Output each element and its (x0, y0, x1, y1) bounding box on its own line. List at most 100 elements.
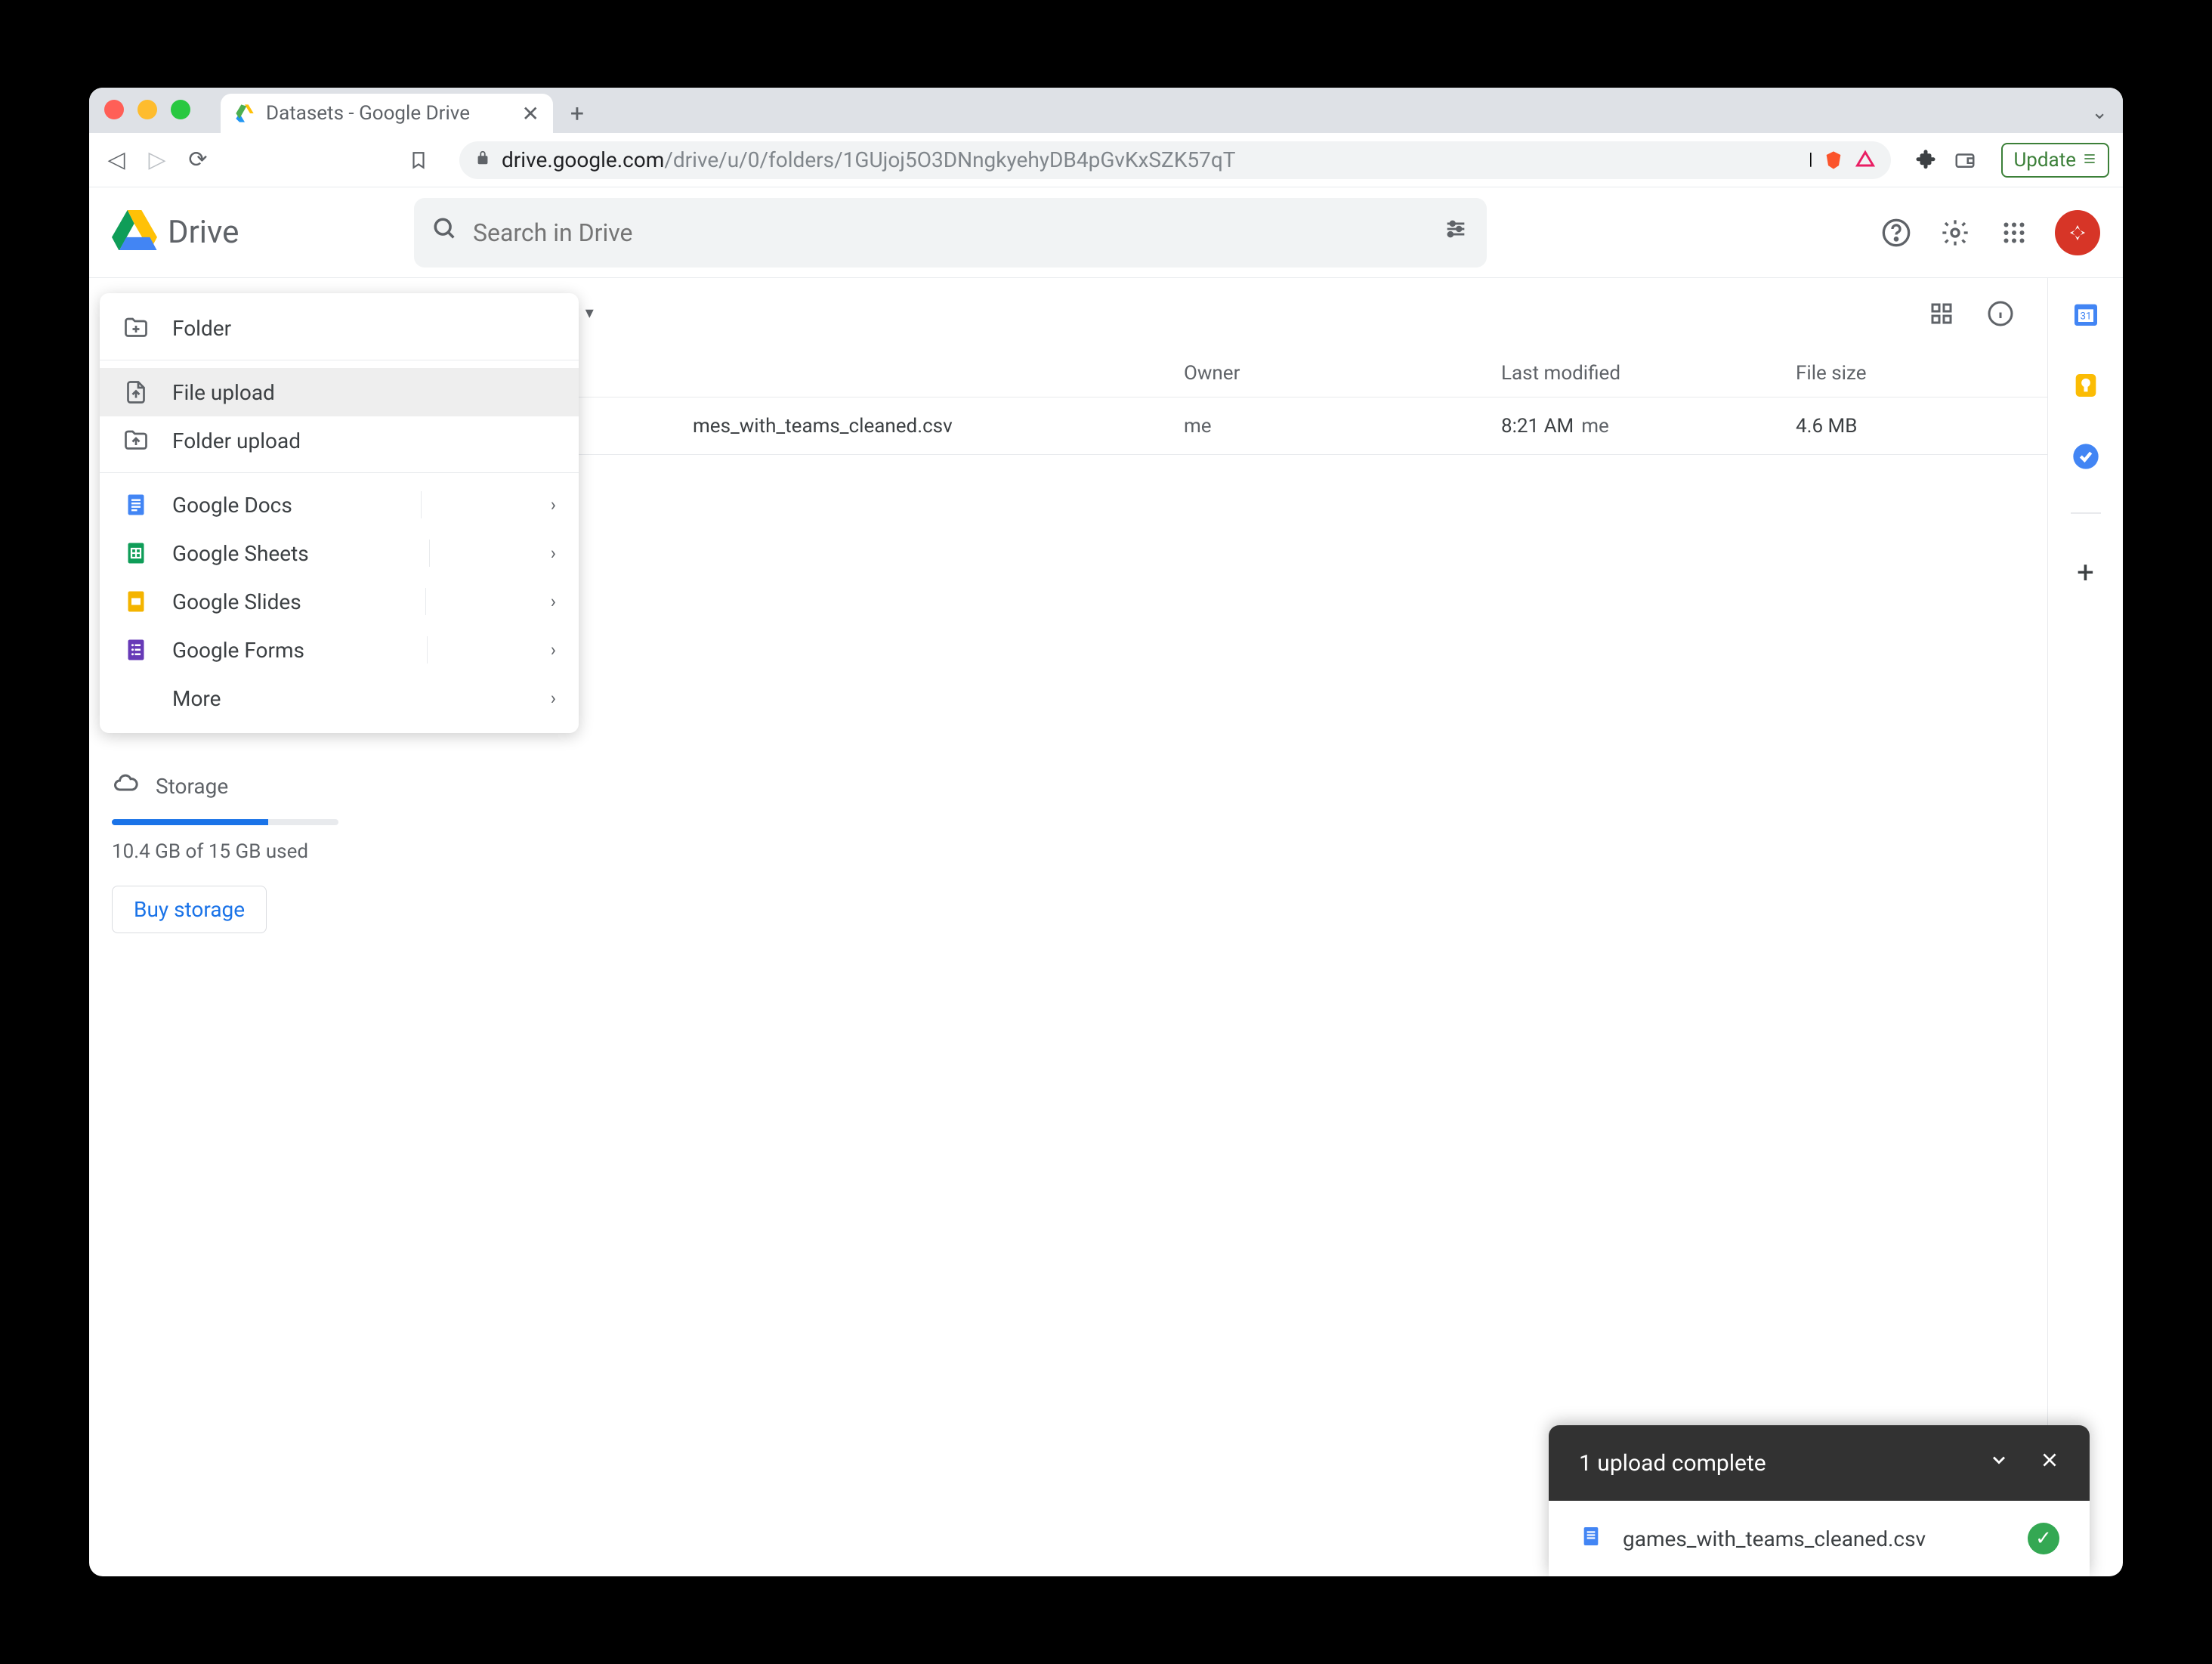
file-size: 4.6 MB (1796, 415, 2019, 438)
brave-rewards-icon[interactable] (1855, 150, 1876, 171)
file-modified-by: me (1581, 415, 1609, 438)
file-icon (1579, 1524, 1603, 1554)
menu-item-forms[interactable]: Google Forms › (100, 626, 579, 674)
storage-label: Storage (156, 774, 228, 799)
search-options-icon[interactable] (1443, 216, 1469, 249)
chevron-right-icon: › (551, 494, 556, 515)
new-menu: Folder File upload Folder upload (100, 293, 579, 733)
collapse-toast-button[interactable] (1988, 1449, 2010, 1477)
close-window-button[interactable] (104, 100, 124, 119)
close-tab-button[interactable]: ✕ (522, 101, 539, 126)
breadcrumb: e › Datasets ▾ (392, 278, 2047, 349)
toolbar-right: Update (1912, 143, 2109, 178)
chevron-right-icon: › (551, 688, 556, 709)
cloud-icon (112, 769, 139, 803)
forward-button[interactable]: ▷ (144, 147, 171, 174)
svg-text:31: 31 (2080, 311, 2091, 323)
browser-toolbar: ◁ ▷ ⟳ drive.google.com/drive/u/0/folders… (89, 133, 2123, 187)
support-button[interactable] (1878, 215, 1914, 251)
file-owner: me (1184, 415, 1501, 438)
upload-file-name: games_with_teams_cleaned.csv (1623, 1526, 1926, 1551)
column-modified[interactable]: Last modified (1501, 362, 1796, 385)
search-input[interactable] (473, 218, 1428, 247)
sheets-icon (122, 540, 150, 567)
upload-toast: 1 upload complete games_with_teams_clean… (1549, 1425, 2090, 1576)
settings-button[interactable] (1937, 215, 1973, 251)
minimize-window-button[interactable] (137, 100, 157, 119)
menu-icon (2082, 149, 2097, 172)
browser-tab[interactable]: Datasets - Google Drive ✕ (221, 94, 553, 133)
maximize-window-button[interactable] (171, 100, 190, 119)
get-addons-button[interactable]: + (2077, 555, 2094, 590)
url-text: drive.google.com/drive/u/0/folders/1GUjo… (502, 147, 1798, 172)
lock-icon (474, 150, 491, 171)
header-right (1848, 210, 2100, 255)
menu-item-slides[interactable]: Google Slides › (100, 577, 579, 626)
window-controls (104, 100, 190, 133)
browser-tab-bar: Datasets - Google Drive ✕ + ⌄ (89, 88, 2123, 133)
buy-storage-button[interactable]: Buy storage (112, 886, 267, 933)
details-button[interactable] (1982, 295, 2019, 332)
tasks-addon-icon[interactable] (2071, 441, 2101, 472)
sidebar-item-storage[interactable]: Storage (112, 762, 338, 810)
menu-divider (100, 472, 579, 473)
new-tab-button[interactable]: + (562, 98, 592, 128)
side-panel-divider (2071, 512, 2101, 514)
reload-button[interactable]: ⟳ (184, 147, 212, 174)
drive-header: Drive (89, 187, 2123, 278)
menu-item-sheets[interactable]: Google Sheets › (100, 529, 579, 577)
chevron-down-icon: ▾ (585, 304, 594, 323)
docs-icon (122, 491, 150, 518)
file-table-header: Name Owner Last modified File size (392, 349, 2047, 397)
drive-logo-icon (112, 210, 157, 255)
menu-label: Google Slides (172, 589, 301, 614)
upload-item[interactable]: games_with_teams_cleaned.csv ✓ (1549, 1501, 2090, 1576)
file-row[interactable]: mes_with_teams_cleaned.csv me 8:21 AM me… (392, 397, 2047, 455)
bookmark-icon[interactable] (405, 147, 432, 174)
tabs-dropdown-button[interactable]: ⌄ (2091, 101, 2108, 124)
back-button[interactable]: ◁ (103, 147, 130, 174)
menu-item-docs[interactable]: Google Docs › (100, 481, 579, 529)
chevron-right-icon: › (551, 543, 556, 564)
chevron-right-icon: › (551, 639, 556, 660)
extensions-button[interactable] (1912, 147, 1939, 174)
chevron-right-icon: › (551, 591, 556, 612)
menu-item-file-upload[interactable]: File upload (100, 368, 579, 416)
apps-button[interactable] (1996, 215, 2032, 251)
brave-shields-icon[interactable] (1823, 150, 1844, 171)
column-owner[interactable]: Owner (1184, 362, 1501, 385)
address-bar[interactable]: drive.google.com/drive/u/0/folders/1GUjo… (459, 141, 1891, 179)
calendar-addon-icon[interactable]: 31 (2071, 299, 2101, 329)
drive-favicon (234, 103, 255, 124)
url-separator: | (1809, 150, 1812, 169)
menu-label: More (172, 686, 221, 711)
file-name: mes_with_teams_cleaned.csv (693, 415, 953, 438)
update-button[interactable]: Update (2001, 143, 2109, 178)
wallet-button[interactable] (1951, 147, 1979, 174)
menu-label: Google Docs (172, 493, 292, 518)
blank-icon (122, 685, 150, 712)
storage-usage: 10.4 GB of 15 GB used (112, 840, 338, 863)
grid-view-button[interactable] (1923, 295, 1960, 332)
folder-upload-icon (122, 427, 150, 454)
menu-item-more[interactable]: More › (100, 674, 579, 722)
upload-toast-title: 1 upload complete (1579, 1450, 1766, 1477)
slides-icon (122, 588, 150, 615)
drive-logo[interactable]: Drive (112, 210, 414, 255)
menu-label: Google Sheets (172, 541, 309, 566)
file-upload-icon (122, 379, 150, 406)
close-toast-button[interactable] (2040, 1449, 2059, 1477)
main-content: e › Datasets ▾ Name Owner L (391, 278, 2047, 1576)
drive-title: Drive (168, 214, 239, 251)
account-avatar[interactable] (2055, 210, 2100, 255)
search-icon (432, 216, 458, 249)
menu-item-folder-upload[interactable]: Folder upload (100, 416, 579, 465)
menu-separator (421, 491, 422, 518)
search-bar[interactable] (414, 198, 1487, 268)
file-modified-time: 8:21 AM (1501, 415, 1574, 438)
storage-bar (112, 819, 338, 825)
new-folder-icon (122, 314, 150, 342)
column-size[interactable]: File size (1796, 362, 2019, 385)
keep-addon-icon[interactable] (2071, 370, 2101, 401)
menu-item-folder[interactable]: Folder (100, 304, 579, 352)
